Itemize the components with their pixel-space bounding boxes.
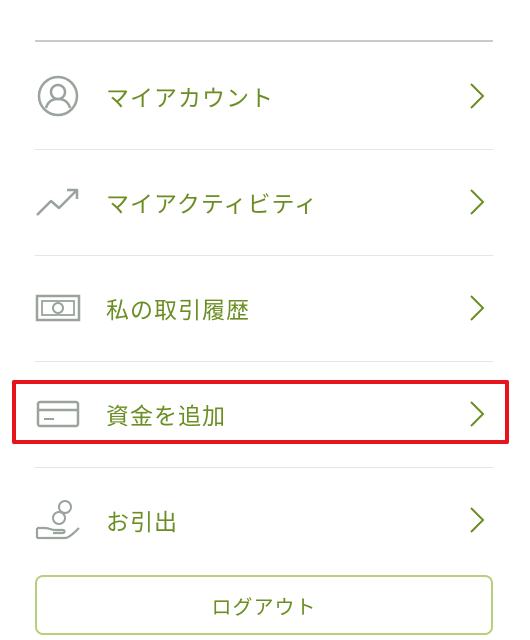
hand-coins-icon [34, 496, 82, 544]
menu-item-withdraw[interactable]: お引出 [34, 467, 494, 573]
menu-item-transaction-history[interactable]: 私の取引履歴 [34, 255, 494, 361]
banknote-icon [34, 284, 82, 332]
top-divider [35, 40, 493, 42]
trend-chart-icon [34, 178, 82, 226]
chevron-right-icon [470, 83, 485, 109]
menu-item-my-activity[interactable]: マイアクティビティ [34, 149, 494, 255]
chevron-right-icon [470, 507, 485, 533]
menu-item-label: マイアクティビティ [106, 192, 319, 218]
logout-button[interactable]: ログアウト [35, 575, 493, 635]
menu-item-my-account[interactable]: マイアカウント [34, 43, 494, 149]
menu-item-add-funds[interactable]: 資金を追加 [34, 361, 494, 467]
chevron-right-icon [470, 401, 485, 427]
menu-item-label: 私の取引履歴 [106, 298, 250, 324]
menu-item-label: 資金を追加 [106, 404, 226, 430]
user-account-icon [34, 72, 82, 120]
chevron-right-icon [470, 189, 485, 215]
credit-card-icon [34, 390, 82, 438]
chevron-right-icon [470, 295, 485, 321]
menu-item-label: お引出 [106, 510, 178, 536]
menu-item-label: マイアカウント [106, 86, 274, 112]
